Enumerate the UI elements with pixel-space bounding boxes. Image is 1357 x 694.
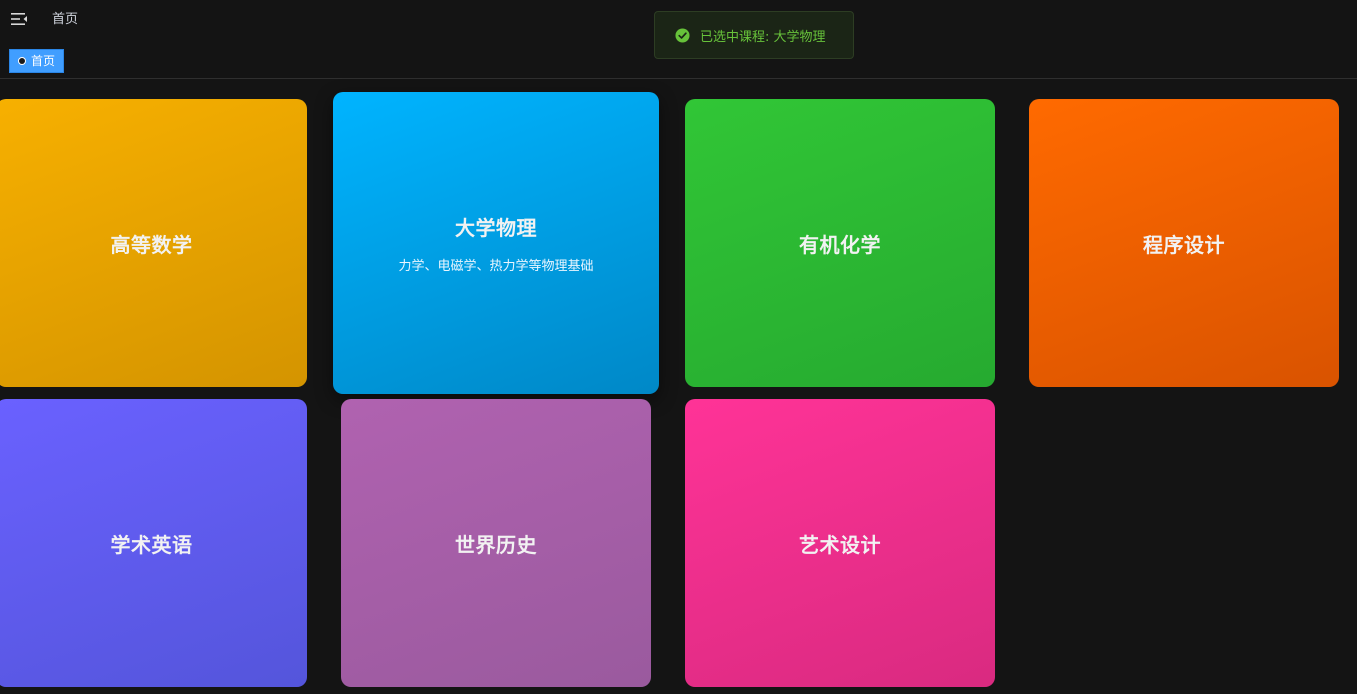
breadcrumb[interactable]: 首页 [52,11,78,29]
active-dot-icon [18,57,26,65]
check-circle-icon [675,27,690,43]
course-title: 程序设计 [1143,232,1225,257]
course-card-organic-chemistry[interactable]: 有机化学 [685,99,995,387]
course-title: 世界历史 [455,532,537,557]
tag-label: 首页 [31,54,56,68]
tag-home[interactable]: 首页 [9,49,65,73]
course-title: 大学物理 [455,216,537,240]
course-card-academic-english[interactable]: 学术英语 [0,399,307,687]
course-title: 学术英语 [110,532,193,557]
course-title: 高等数学 [110,232,193,257]
course-title: 有机化学 [799,232,881,257]
course-card-advanced-math[interactable]: 高等数学 [0,99,307,387]
course-card-world-history[interactable]: 世界历史 [341,399,651,687]
course-title: 艺术设计 [799,532,881,557]
course-description: 力学、电磁学、热力学等物理基础 [398,259,594,274]
success-toast: 已选中课程: 大学物理 [654,11,854,59]
toast-message: 已选中课程: 大学物理 [700,29,826,45]
menu-fold-icon[interactable] [10,11,28,27]
course-card-programming[interactable]: 程序设计 [1029,99,1339,387]
course-card-university-physics[interactable]: 大学物理 力学、电磁学、热力学等物理基础 [333,92,659,394]
course-card-art-design[interactable]: 艺术设计 [685,399,995,687]
